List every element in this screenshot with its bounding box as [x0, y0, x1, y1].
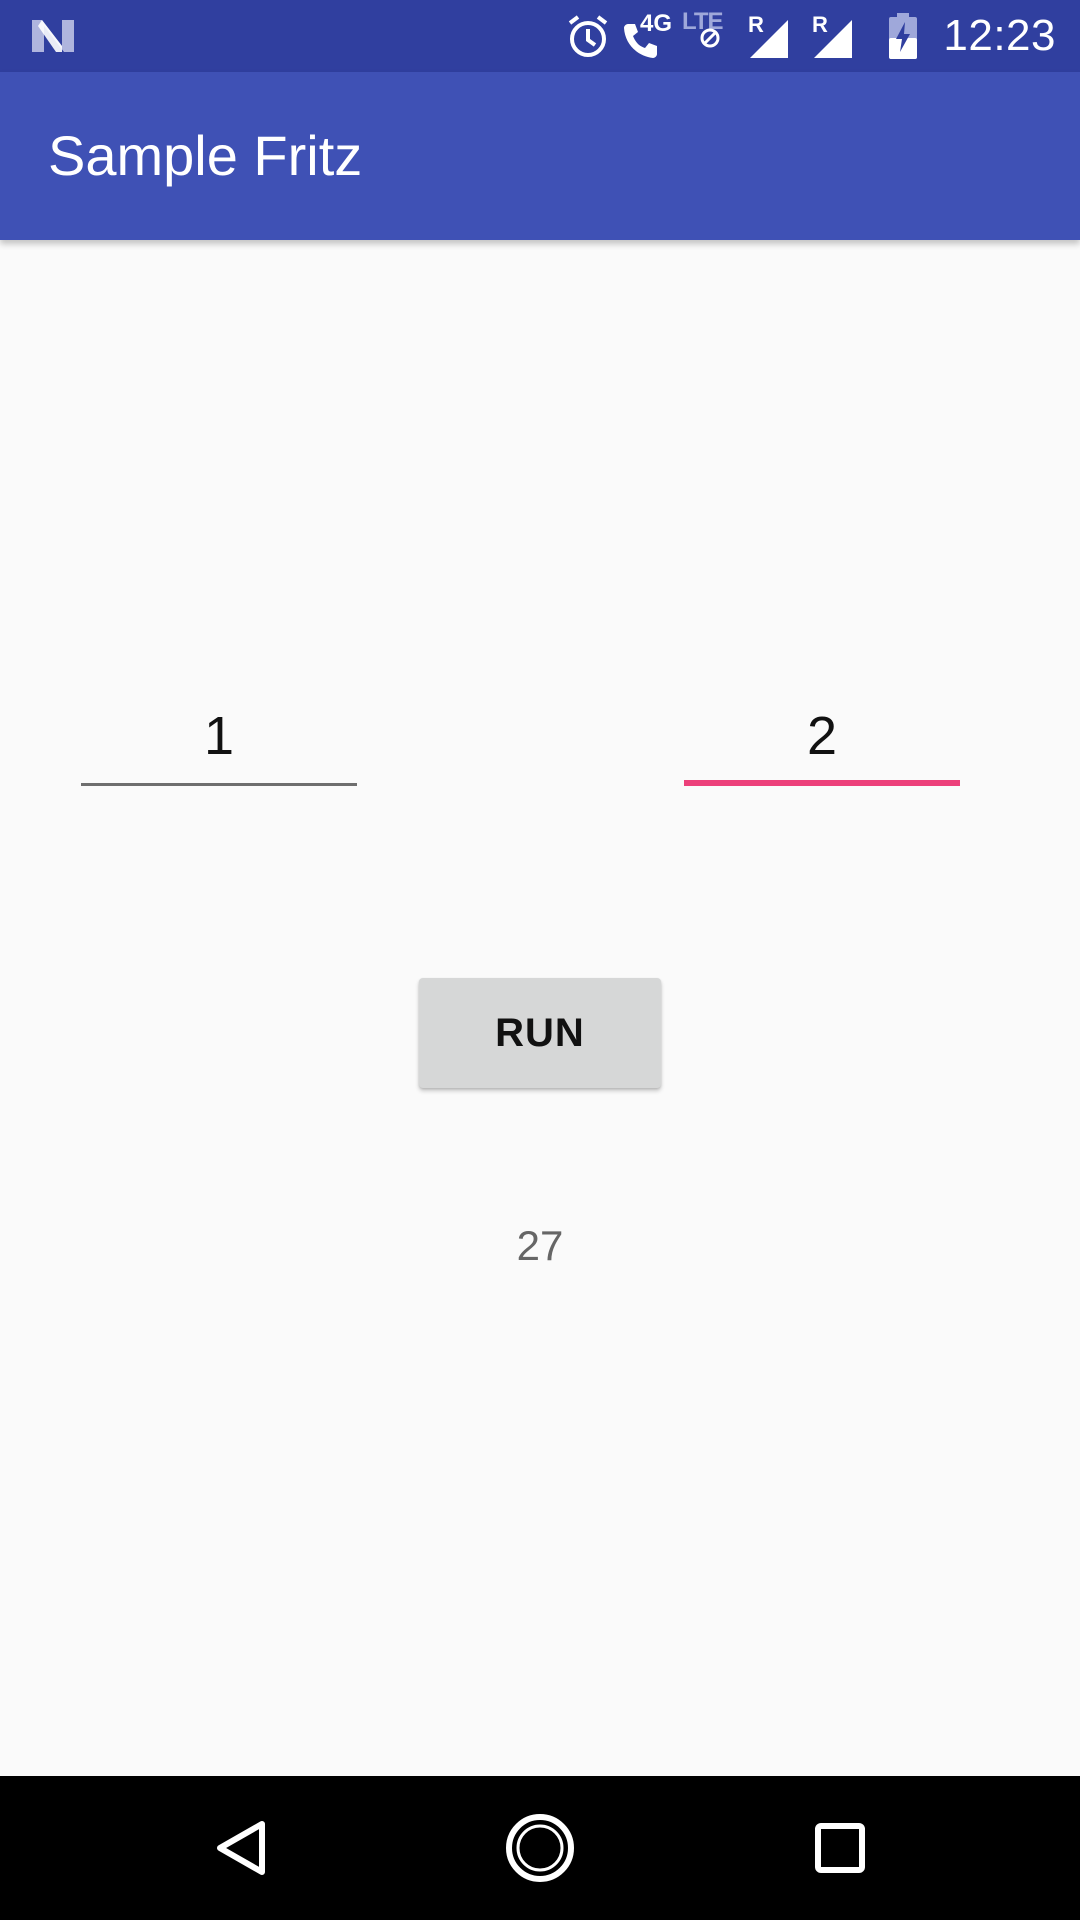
network-type-label: 4G: [640, 10, 673, 37]
recents-icon: [815, 1823, 865, 1873]
first-number-value: 1: [203, 706, 235, 766]
run-button[interactable]: RUN: [419, 978, 661, 1088]
home-icon: [506, 1814, 574, 1882]
status-bar-time: 12:23: [943, 11, 1056, 60]
back-button[interactable]: [190, 1798, 290, 1898]
first-number-underline: [81, 783, 357, 786]
notification-n-icon: [32, 20, 74, 52]
app-bar: Sample Fritz: [0, 72, 1080, 240]
signal-icon-2: [814, 20, 852, 58]
battery-charging-icon: [889, 13, 917, 59]
app-screen: 4G LTE R R 12:23 Sample Fritz 1 2 RUN 27: [0, 0, 1080, 1920]
navigation-bar: [0, 1776, 1080, 1920]
signal-icon-1: [750, 20, 788, 58]
app-title: Sample Fritz: [48, 124, 363, 187]
second-number-underline: [684, 780, 960, 786]
result-text: 27: [516, 1222, 564, 1269]
run-button-label: RUN: [495, 1011, 585, 1055]
status-bar: 4G LTE R R 12:23: [0, 0, 1080, 72]
home-button[interactable]: [490, 1798, 590, 1898]
second-number-input[interactable]: 2: [684, 696, 960, 786]
first-number-input[interactable]: 1: [81, 696, 357, 786]
second-number-value: 2: [806, 706, 838, 766]
alarm-icon: [568, 15, 608, 57]
data-disabled-icon: [700, 28, 720, 48]
back-icon: [217, 1821, 265, 1875]
recents-button[interactable]: [790, 1798, 890, 1898]
